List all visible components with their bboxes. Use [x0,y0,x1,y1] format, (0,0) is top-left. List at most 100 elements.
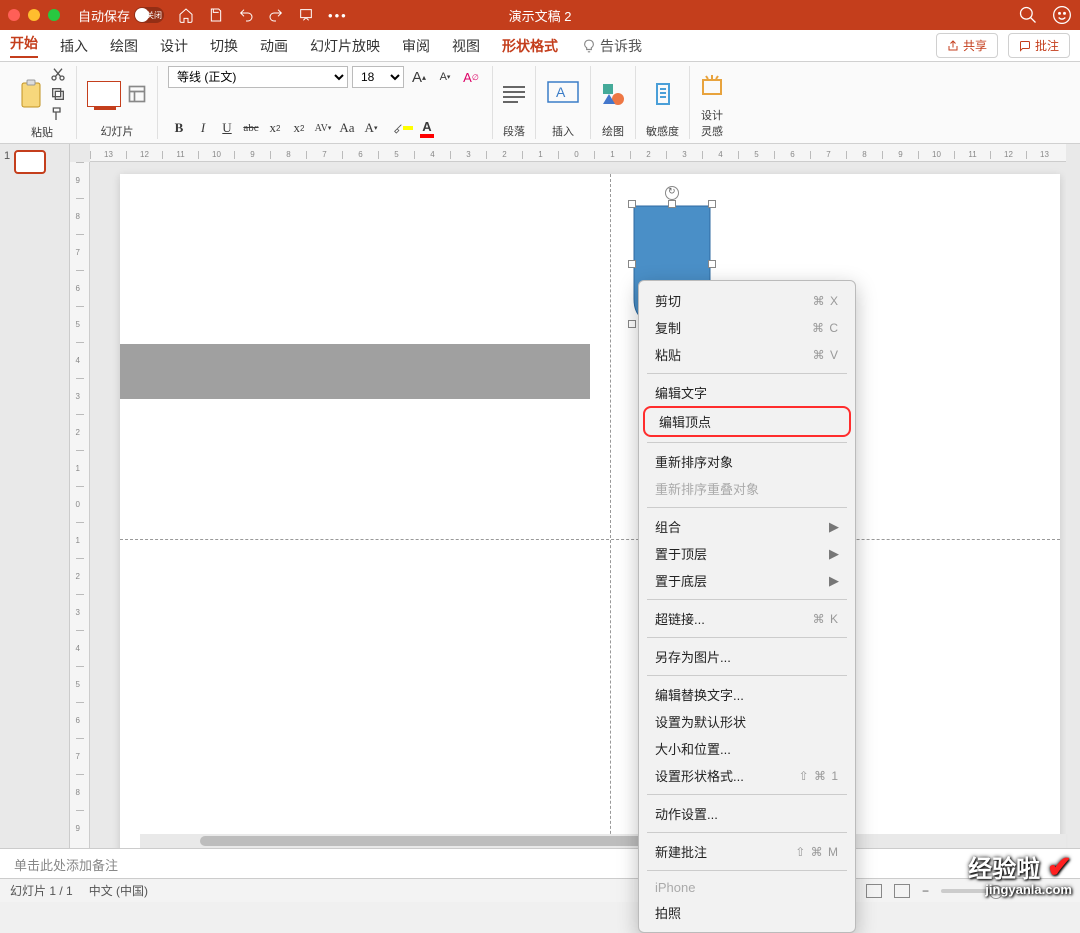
rotate-handle[interactable] [665,186,679,200]
ctx-size-pos[interactable]: 大小和位置... [639,735,855,762]
ctx-set-default[interactable]: 设置为默认形状 [639,708,855,735]
shapes-icon[interactable] [601,82,625,106]
tab-review[interactable]: 审阅 [402,36,430,56]
ctx-alt-text[interactable]: 编辑替换文字... [639,681,855,708]
ctx-cut[interactable]: 剪切⌘ X [639,287,855,314]
bold-button[interactable]: B [168,117,190,139]
autosave-toggle[interactable]: 自动保存 关闭 [78,6,164,25]
italic-button[interactable]: I [192,117,214,139]
horizontal-scrollbar[interactable] [140,834,1066,848]
textbox-button[interactable]: A [546,80,580,108]
grey-rectangle-shape[interactable] [120,344,590,399]
tab-animation[interactable]: 动画 [260,36,288,56]
increase-font-button[interactable]: A▴ [408,66,430,88]
ctx-send-back[interactable]: 置于底层▶ [639,567,855,594]
account-icon[interactable] [1052,5,1072,25]
workspace: 1 13121110987654321012345678910111213 98… [0,144,1080,848]
ctx-reorder[interactable]: 重新排序对象 [639,448,855,475]
ctx-edit-points[interactable]: 编辑顶点 [659,410,835,433]
more-icon[interactable]: ••• [328,8,348,23]
ctx-photo[interactable]: 拍照 [639,899,855,926]
ctx-edit-text[interactable]: 编辑文字 [639,379,855,406]
clear-format-button[interactable]: A∅ [460,66,482,88]
guide-horizontal [120,539,1060,540]
slide-canvas[interactable] [120,174,1060,848]
sensitivity-icon[interactable] [651,82,675,106]
ctx-edit-points-highlight: 编辑顶点 [643,406,851,437]
tab-transition[interactable]: 切换 [210,36,238,56]
resize-handle-tr[interactable] [708,200,716,208]
present-icon[interactable] [298,7,314,23]
ctx-hyperlink[interactable]: 超链接...⌘ K [639,605,855,632]
save-icon[interactable] [208,7,224,23]
format-painter-icon[interactable] [50,106,66,122]
tab-home[interactable]: 开始 [10,33,38,58]
resize-handle-bl[interactable] [628,320,636,328]
resize-handle-tl[interactable] [628,200,636,208]
share-button[interactable]: 共享 [936,33,998,58]
redo-icon[interactable] [268,7,284,23]
vertical-scrollbar[interactable] [1066,144,1080,834]
thumbnail-1[interactable]: 1 [0,150,69,174]
superscript-button[interactable]: x2 [264,117,286,139]
char-spacing-button[interactable]: AV▾ [312,117,334,139]
paragraph-icon[interactable] [503,86,525,103]
ctx-new-comment[interactable]: 新建批注⇧ ⌘ M [639,838,855,865]
highlight-button[interactable] [392,117,414,139]
tab-slideshow[interactable]: 幻灯片放映 [310,36,380,56]
notes-panel[interactable]: 单击此处添加备注 [0,848,1080,878]
layout-icon[interactable] [127,84,147,104]
tab-draw[interactable]: 绘图 [110,36,138,56]
cut-icon[interactable] [50,66,66,82]
group-paragraph: 段落 [493,66,536,139]
ctx-separator [647,507,847,508]
change-case-button[interactable]: Aa [336,117,358,139]
resize-handle-ml[interactable] [628,260,636,268]
subscript-button[interactable]: x2 [288,117,310,139]
home-icon[interactable] [178,7,194,23]
search-icon[interactable] [1018,5,1038,25]
strike-button[interactable]: abc [240,117,262,139]
close-window-icon[interactable] [8,9,20,21]
ctx-save-as-pic[interactable]: 另存为图片... [639,643,855,670]
ctx-bring-front[interactable]: 置于顶层▶ [639,540,855,567]
toggle-switch[interactable]: 关闭 [134,7,164,23]
font-size-select[interactable]: 18 [352,66,404,88]
font-fill-button[interactable]: A▾ [360,117,382,139]
canvas-area: 13121110987654321012345678910111213 9876… [70,144,1080,848]
slide-icon [87,81,121,107]
new-slide-button[interactable] [87,81,121,107]
tab-view[interactable]: 视图 [452,36,480,56]
slide-thumbnails: 1 [0,144,70,848]
tab-shape-format[interactable]: 形状格式 [502,36,558,56]
ctx-group[interactable]: 组合▶ [639,513,855,540]
minimize-window-icon[interactable] [28,9,40,21]
paste-button[interactable] [18,79,44,109]
group-label-sensitivity: 敏感度 [646,123,679,139]
tab-insert[interactable]: 插入 [60,36,88,56]
resize-handle-tm[interactable] [668,200,676,208]
language-indicator[interactable]: 中文 (中国) [89,882,148,899]
reading-view-icon[interactable] [866,884,882,898]
ctx-paste[interactable]: 粘贴⌘ V [639,341,855,368]
font-color-button[interactable]: A [416,117,438,139]
decrease-font-button[interactable]: A▾ [434,66,456,88]
maximize-window-icon[interactable] [48,9,60,21]
ctx-separator [647,832,847,833]
tab-design[interactable]: 设计 [160,36,188,56]
ctx-format-shape[interactable]: 设置形状格式...⇧ ⌘ 1 [639,762,855,789]
font-name-select[interactable]: 等线 (正文) [168,66,348,88]
ctx-separator [647,870,847,871]
slideshow-view-icon[interactable] [894,884,910,898]
resize-handle-mr[interactable] [708,260,716,268]
autosave-label: 自动保存 [78,6,130,25]
comment-button[interactable]: 批注 [1008,33,1070,58]
tell-me[interactable]: 告诉我 [582,36,642,56]
ctx-action[interactable]: 动作设置... [639,800,855,827]
zoom-out-button[interactable]: − [922,884,929,898]
ctx-copy[interactable]: 复制⌘ C [639,314,855,341]
copy-icon[interactable] [50,86,66,102]
underline-button[interactable]: U [216,117,238,139]
undo-icon[interactable] [238,7,254,23]
design-ideas-icon[interactable] [700,74,724,98]
